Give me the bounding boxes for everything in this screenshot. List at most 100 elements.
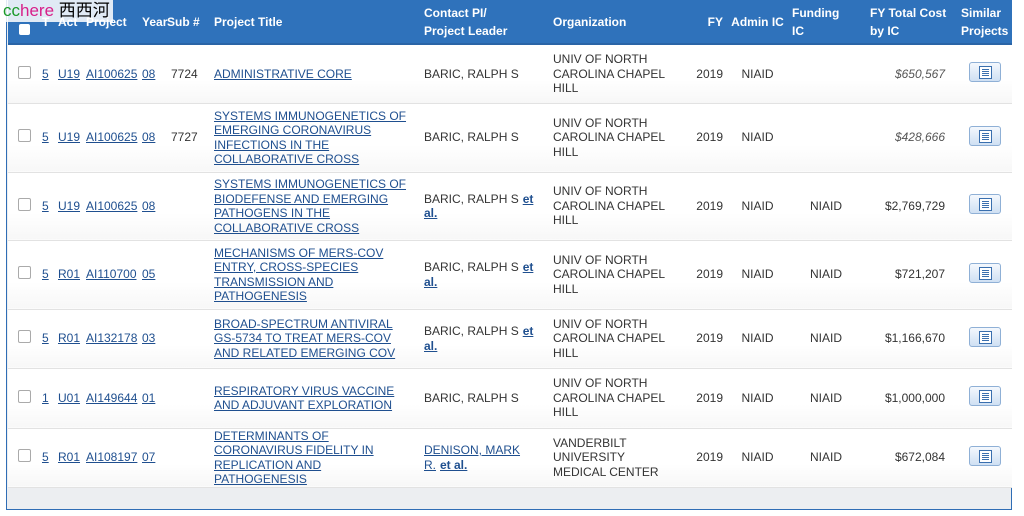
- row-checkbox[interactable]: [17, 266, 31, 280]
- project-link[interactable]: AI149644: [86, 391, 137, 405]
- row-checkbox[interactable]: [17, 65, 31, 79]
- cell-act: U19: [56, 172, 84, 241]
- year-link[interactable]: 08: [142, 67, 155, 81]
- header-admin-ic[interactable]: Admin IC: [725, 0, 790, 45]
- cell-admin-ic: NIAID: [725, 103, 790, 173]
- cell-project: AI110700: [84, 240, 140, 310]
- activity-link[interactable]: U19: [58, 199, 80, 213]
- table-row: 5 R01 AI110700 05 MECHANISMS OF MERS-COV…: [8, 240, 1012, 310]
- cell-title: ADMINISTRATIVE CORE: [212, 44, 422, 104]
- header-fy[interactable]: FY: [683, 0, 725, 45]
- cell-act: R01: [56, 240, 84, 310]
- cell-fy: 2019: [683, 309, 725, 369]
- project-title-link[interactable]: SYSTEMS IMMUNOGENETICS OF BIODEFENSE AND…: [214, 177, 406, 235]
- cell-admin-ic: NIAID: [725, 172, 790, 241]
- cell-sub: [165, 172, 212, 241]
- pi-name: BARIC, RALPH S: [424, 130, 519, 145]
- project-link[interactable]: AI100625: [86, 199, 137, 213]
- table-row: 5 R01 AI108197 07 DETERMINANTS OF CORONA…: [8, 428, 1012, 488]
- row-checkbox[interactable]: [17, 449, 31, 463]
- pi-link[interactable]: DENISON, MARK R.: [424, 443, 520, 472]
- type-link[interactable]: 5: [42, 267, 49, 281]
- pi-name: BARIC, RALPH S: [424, 390, 519, 405]
- cell-t: 5: [40, 172, 56, 241]
- watermark: cchere 西西河: [0, 0, 113, 22]
- header-org[interactable]: Organization: [551, 0, 683, 45]
- cell-fy: 2019: [683, 368, 725, 429]
- activity-link[interactable]: U01: [58, 391, 80, 405]
- cell-org: UNIV OF NORTH CAROLINA CHAPEL HILL: [551, 368, 683, 429]
- similar-projects-button[interactable]: [969, 125, 1001, 146]
- cell-similar: [955, 428, 1012, 488]
- project-link[interactable]: AI110700: [86, 267, 137, 281]
- project-title-link[interactable]: SYSTEMS IMMUNOGENETICS OF EMERGING CORON…: [214, 109, 406, 167]
- project-title-link[interactable]: DETERMINANTS OF CORONAVIRUS FIDELITY IN …: [214, 429, 374, 487]
- row-checkbox[interactable]: [17, 330, 31, 344]
- similar-projects-button[interactable]: [969, 262, 1001, 283]
- row-select: [8, 428, 40, 488]
- similar-projects-button[interactable]: [969, 194, 1001, 215]
- select-all-checkbox[interactable]: [18, 23, 30, 35]
- cell-project: AI100625: [84, 172, 140, 241]
- cell-project: AI132178: [84, 309, 140, 369]
- row-select: [8, 44, 40, 104]
- et-al-link[interactable]: et al.: [440, 458, 467, 472]
- year-link[interactable]: 08: [142, 130, 155, 144]
- year-link[interactable]: 08: [142, 199, 155, 213]
- cell-org: UNIV OF NORTH CAROLINA CHAPEL HILL: [551, 240, 683, 310]
- project-title-link[interactable]: BROAD-SPECTRUM ANTIVIRAL GS-5734 TO TREA…: [214, 317, 395, 360]
- cell-cost: $721,207: [862, 240, 955, 310]
- cell-sub: 7724: [165, 44, 212, 104]
- project-link[interactable]: AI108197: [86, 450, 137, 464]
- cell-act: R01: [56, 428, 84, 488]
- project-title-link[interactable]: RESPIRATORY VIRUS VACCINE AND ADJUVANT E…: [214, 384, 394, 413]
- type-link[interactable]: 5: [42, 67, 49, 81]
- activity-link[interactable]: R01: [58, 267, 80, 281]
- header-similar: Similar Projects: [955, 0, 1012, 45]
- similar-projects-button[interactable]: [969, 326, 1001, 347]
- similar-projects-button[interactable]: [969, 445, 1001, 466]
- type-link[interactable]: 5: [42, 199, 49, 213]
- cell-title: SYSTEMS IMMUNOGENETICS OF BIODEFENSE AND…: [212, 172, 422, 241]
- year-link[interactable]: 01: [142, 391, 155, 405]
- year-link[interactable]: 07: [142, 450, 155, 464]
- year-link[interactable]: 03: [142, 331, 155, 345]
- document-list-icon: [979, 449, 992, 463]
- cell-cost: $428,666: [862, 103, 955, 173]
- cell-similar: [955, 172, 1012, 241]
- type-link[interactable]: 1: [42, 391, 49, 405]
- activity-link[interactable]: U19: [58, 130, 80, 144]
- row-checkbox[interactable]: [17, 197, 31, 211]
- cell-year: 03: [140, 309, 165, 369]
- cell-similar: [955, 368, 1012, 429]
- header-cost[interactable]: FY Total Cost by IC: [862, 0, 955, 45]
- cell-act: U01: [56, 368, 84, 429]
- cell-fy: 2019: [683, 44, 725, 104]
- project-title-link[interactable]: ADMINISTRATIVE CORE: [214, 67, 352, 81]
- year-link[interactable]: 05: [142, 267, 155, 281]
- project-link[interactable]: AI132178: [86, 331, 137, 345]
- header-funding-ic[interactable]: Funding IC: [790, 0, 862, 45]
- type-link[interactable]: 5: [42, 331, 49, 345]
- activity-link[interactable]: R01: [58, 450, 80, 464]
- header-year[interactable]: Year: [140, 0, 167, 45]
- type-link[interactable]: 5: [42, 450, 49, 464]
- project-link[interactable]: AI100625: [86, 130, 137, 144]
- similar-projects-button[interactable]: [969, 386, 1001, 407]
- similar-projects-button[interactable]: [969, 62, 1001, 82]
- project-title-link[interactable]: MECHANISMS OF MERS-COV ENTRY, CROSS-SPEC…: [214, 246, 383, 304]
- cell-org: UNIV OF NORTH CAROLINA CHAPEL HILL: [551, 172, 683, 241]
- cell-sub: 7727: [165, 103, 212, 173]
- row-select: [8, 368, 40, 429]
- header-title[interactable]: Project Title: [212, 0, 422, 45]
- row-checkbox[interactable]: [17, 129, 31, 143]
- row-checkbox[interactable]: [17, 389, 31, 403]
- header-pi[interactable]: Contact PI/Project Leader: [422, 0, 551, 45]
- table-row: 5 U19 AI100625 08 SYSTEMS IMMUNOGENETICS…: [8, 172, 1012, 241]
- activity-link[interactable]: R01: [58, 331, 80, 345]
- activity-link[interactable]: U19: [58, 67, 80, 81]
- header-sub[interactable]: Sub #: [165, 0, 212, 45]
- project-link[interactable]: AI100625: [86, 67, 137, 81]
- cell-year: 05: [140, 240, 165, 310]
- type-link[interactable]: 5: [42, 130, 49, 144]
